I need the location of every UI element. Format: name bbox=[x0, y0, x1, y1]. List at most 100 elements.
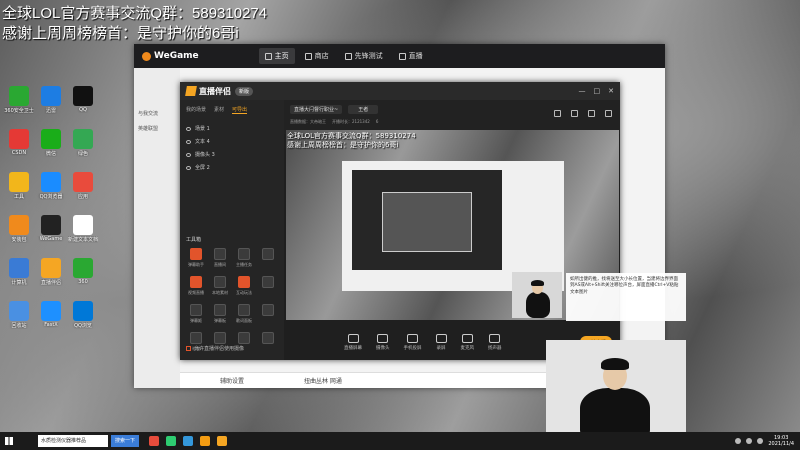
eye-icon[interactable] bbox=[186, 165, 191, 170]
eye-icon[interactable] bbox=[186, 152, 191, 157]
close-icon[interactable]: ✕ bbox=[608, 87, 614, 95]
toolbox-item[interactable] bbox=[256, 332, 280, 352]
wegame-tab-live[interactable]: 直播 bbox=[393, 48, 429, 64]
wegame-side-label: 英雄联盟 bbox=[138, 126, 159, 132]
app-icon bbox=[41, 129, 61, 149]
tab-my-scenes[interactable]: 我的场景 bbox=[186, 106, 206, 114]
wegame-logo[interactable]: WeGame bbox=[142, 51, 199, 61]
toolbox-item[interactable]: 歌词面板 bbox=[232, 304, 256, 324]
tab-export[interactable]: 可导出 bbox=[232, 106, 248, 114]
desktop-icon[interactable]: 安装包 bbox=[4, 215, 34, 243]
screen-capture-button[interactable]: 直播屏幕 bbox=[344, 333, 362, 351]
desktop-icon-label: FastX bbox=[44, 322, 58, 328]
desktop-icon[interactable]: QQ bbox=[68, 86, 98, 113]
microphone-button[interactable]: 麦克风 bbox=[461, 333, 474, 351]
category-select[interactable]: 王者 bbox=[348, 105, 379, 114]
desktop-icon[interactable]: 360 bbox=[68, 258, 98, 285]
toolbox-item[interactable]: 主播任务 bbox=[232, 248, 256, 268]
scene-item[interactable]: 文本 4 bbox=[186, 135, 278, 148]
taskbar-search-button[interactable]: 搜索一下 bbox=[111, 435, 140, 447]
toolbox-item[interactable] bbox=[256, 248, 280, 268]
desktop-icon[interactable]: CSDN bbox=[4, 129, 34, 156]
desktop-icon[interactable]: 微信 bbox=[36, 129, 66, 157]
volume-icon[interactable] bbox=[746, 438, 753, 444]
share-icon[interactable] bbox=[588, 110, 595, 117]
wegame-side-item[interactable]: 与我交流 bbox=[134, 106, 180, 121]
desktop-icon-label: 计算机 bbox=[11, 280, 27, 286]
desktop-icon[interactable]: 360安全卫士 bbox=[4, 86, 34, 114]
battery-icon[interactable] bbox=[757, 438, 764, 444]
eye-icon[interactable] bbox=[186, 126, 191, 131]
allow-camera-label: 允许直播伴侣使用摄像 bbox=[194, 346, 245, 352]
windows-icon bbox=[5, 437, 13, 445]
toolbox-item[interactable]: 视频直播 bbox=[184, 276, 208, 296]
taskbar-app-icon[interactable] bbox=[183, 436, 194, 446]
toolbox-item[interactable]: 互动玩法 bbox=[232, 276, 256, 296]
taskbar-search-input[interactable]: 水质检测仪器推荐品 bbox=[38, 435, 108, 447]
gift-icon[interactable] bbox=[571, 110, 578, 117]
phone-cast-button[interactable]: 手机投屏 bbox=[404, 333, 422, 351]
scene-item[interactable]: 全屏 2 bbox=[186, 161, 278, 174]
stream-title-input[interactable]: 直播大闩督行职业~ bbox=[290, 105, 343, 114]
desktop-icon[interactable]: QQ浏览器 bbox=[36, 172, 66, 200]
toolbox-item[interactable] bbox=[256, 304, 280, 324]
button-label: 录屏 bbox=[436, 345, 446, 351]
scene-item[interactable]: 摄像头 3 bbox=[186, 148, 278, 161]
scene-item[interactable]: 场景 1 bbox=[186, 122, 278, 135]
desktop-icon-label: CSDN bbox=[11, 150, 27, 156]
desktop-icon[interactable]: 回收站 bbox=[4, 301, 34, 329]
desktop-icon[interactable]: 计算机 bbox=[4, 258, 34, 286]
desktop-icon[interactable]: 工具 bbox=[4, 172, 34, 200]
system-clock[interactable]: 19:03 2021/11/4 bbox=[768, 435, 794, 447]
desktop-icon-label: QQ浏览 bbox=[74, 323, 92, 329]
desktop-icon[interactable]: 新建文本文档 bbox=[68, 215, 98, 243]
record-button[interactable]: 录屏 bbox=[435, 333, 447, 351]
menu-icon[interactable] bbox=[605, 110, 612, 117]
desktop-icon[interactable]: 应用 bbox=[68, 172, 98, 200]
toolbox-item[interactable]: 弹幕板 bbox=[208, 304, 232, 324]
desktop-icon[interactable]: QQ浏览 bbox=[68, 301, 98, 329]
toolbox-item[interactable]: 弹幕姬 bbox=[184, 304, 208, 324]
toolbox-item[interactable]: 直播间 bbox=[208, 248, 232, 268]
app-icon bbox=[9, 86, 29, 106]
allow-camera-row[interactable]: 允许直播伴侣使用摄像 bbox=[186, 345, 244, 352]
toolbox-item[interactable]: 本地素材 bbox=[208, 276, 232, 296]
tool-icon bbox=[214, 304, 226, 316]
phone-icon bbox=[407, 333, 418, 343]
start-button[interactable] bbox=[0, 432, 18, 450]
allow-camera-checkbox[interactable] bbox=[186, 346, 191, 351]
wegame-side-item[interactable]: 英雄联盟 bbox=[134, 121, 180, 136]
minimize-icon[interactable]: — bbox=[579, 87, 586, 95]
server-select[interactable]: 扭曲丛林 网通 bbox=[304, 376, 342, 385]
taskbar-app-icon[interactable] bbox=[149, 436, 160, 446]
streamer-left-panel: 我的场景 素材 可导出 场景 1 文本 4 摄像头 3 全屏 2 工具箱 弹幕助… bbox=[180, 100, 284, 360]
taskbar-app-icon[interactable] bbox=[217, 436, 228, 446]
app-icon bbox=[9, 215, 29, 235]
camera-button[interactable]: 摄像头 bbox=[376, 333, 390, 351]
desktop-icon[interactable]: WeGame bbox=[36, 215, 66, 242]
stream-meta: 直播数据：大帝暗王 开播时长：2121342 6 bbox=[290, 119, 614, 125]
taskbar-app-icon[interactable] bbox=[200, 436, 211, 446]
wegame-tab-home[interactable]: 主页 bbox=[258, 48, 295, 64]
app-icon bbox=[9, 172, 29, 192]
eye-icon[interactable] bbox=[186, 139, 191, 144]
network-icon[interactable] bbox=[735, 438, 742, 444]
settings-icon[interactable] bbox=[554, 110, 561, 117]
assist-settings-link[interactable]: 辅助设置 bbox=[220, 376, 244, 385]
toolbox-item[interactable] bbox=[256, 276, 280, 296]
speaker-button[interactable]: 扬声器 bbox=[488, 333, 502, 351]
maximize-icon[interactable]: □ bbox=[594, 87, 601, 95]
desktop-icon-label: QQ浏览器 bbox=[39, 194, 63, 200]
desktop-icon[interactable]: FastX bbox=[36, 301, 66, 328]
tool-icon bbox=[214, 276, 226, 288]
wegame-tab-store[interactable]: 商店 bbox=[299, 48, 335, 64]
streamer-logo-text: 直播伴侣 bbox=[199, 86, 231, 96]
desktop-icon-label: 回收站 bbox=[11, 323, 27, 329]
wegame-tab-beta[interactable]: 先锋测试 bbox=[339, 48, 389, 64]
taskbar-app-icon[interactable] bbox=[166, 436, 177, 446]
desktop-icon[interactable]: 迅雷 bbox=[36, 86, 66, 114]
desktop-icon[interactable]: 绿色 bbox=[68, 129, 98, 157]
tab-materials[interactable]: 素材 bbox=[214, 106, 224, 114]
desktop-icon[interactable]: 直播伴侣 bbox=[36, 258, 66, 286]
toolbox-item[interactable]: 弹幕助手 bbox=[184, 248, 208, 268]
